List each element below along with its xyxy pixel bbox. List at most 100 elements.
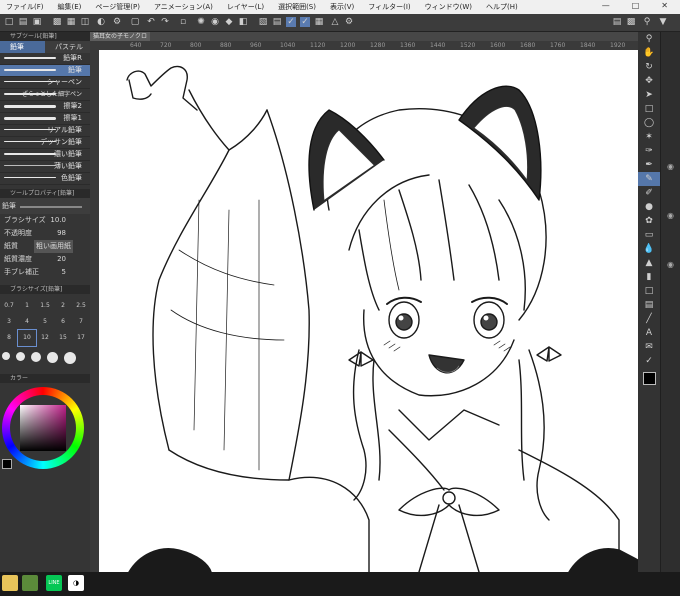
- color-icon[interactable]: ◐: [96, 17, 106, 27]
- balloon-icon[interactable]: ✉: [638, 340, 660, 354]
- maximize-icon[interactable]: □: [632, 1, 640, 10]
- size-preset[interactable]: 5: [36, 314, 54, 330]
- paper-density-value[interactable]: 20: [57, 253, 66, 266]
- image-icon[interactable]: ◫: [80, 17, 90, 27]
- size-dot[interactable]: [31, 352, 41, 362]
- gradient-icon[interactable]: ▮: [638, 270, 660, 284]
- save-icon[interactable]: ▣: [32, 17, 42, 27]
- minimize-icon[interactable]: —: [602, 1, 610, 10]
- size-preset[interactable]: 2: [54, 298, 72, 314]
- brush-size-row[interactable]: ブラシサイズ 10.0: [0, 214, 90, 227]
- correct-line-icon[interactable]: ✓: [638, 354, 660, 368]
- search-icon[interactable]: ⚲: [642, 17, 652, 27]
- close-icon[interactable]: ✕: [661, 1, 668, 10]
- decoration-icon[interactable]: ✿: [638, 214, 660, 228]
- settings-icon[interactable]: ⚙: [112, 17, 122, 27]
- snap-special-icon[interactable]: ✓: [300, 17, 310, 27]
- menu-selection[interactable]: 選択範囲(S): [278, 2, 316, 12]
- size-preset[interactable]: 7: [72, 314, 90, 330]
- size-preset-selected[interactable]: 10: [17, 329, 37, 347]
- drawing-canvas[interactable]: [99, 50, 638, 572]
- text-icon[interactable]: A: [638, 326, 660, 340]
- deselect-icon[interactable]: ◉: [210, 17, 220, 27]
- size-preset[interactable]: 0.7: [0, 298, 18, 314]
- ruler-snap-icon[interactable]: ▧: [258, 17, 268, 27]
- minecraft-icon[interactable]: [22, 575, 38, 591]
- fill-bucket-icon[interactable]: ▲: [638, 256, 660, 270]
- size-dot[interactable]: [2, 352, 10, 360]
- clip-studio-icon[interactable]: ◑: [68, 575, 84, 591]
- eyedropper-icon[interactable]: ✑: [638, 144, 660, 158]
- grid-icon[interactable]: ▦: [66, 17, 76, 27]
- stabilization-row[interactable]: 手ブレ補正 5: [0, 266, 90, 279]
- rotate-icon[interactable]: ↻: [638, 60, 660, 74]
- brush-item[interactable]: 薄い鉛筆: [0, 161, 90, 173]
- chevron-down-icon[interactable]: ▼: [658, 17, 668, 27]
- size-preset[interactable]: 17: [72, 330, 90, 346]
- transform-icon[interactable]: ◧: [238, 17, 248, 27]
- brush-size-value[interactable]: 10.0: [50, 214, 66, 227]
- marquee-icon[interactable]: □: [638, 102, 660, 116]
- menu-page[interactable]: ページ管理(P): [95, 2, 140, 12]
- brush-item[interactable]: ざらっとした細字ペン: [0, 89, 90, 101]
- layer-icon[interactable]: ▩: [52, 17, 62, 27]
- size-preset[interactable]: 6: [54, 314, 72, 330]
- brush-item[interactable]: シャーペン: [0, 77, 90, 89]
- menu-help[interactable]: ヘルプ(H): [486, 2, 518, 12]
- perspective-icon[interactable]: △: [330, 17, 340, 27]
- size-preset[interactable]: 8: [0, 330, 18, 346]
- size-preset[interactable]: 12: [36, 330, 54, 346]
- fill-icon[interactable]: ◆: [224, 17, 234, 27]
- folder-icon[interactable]: [2, 575, 18, 591]
- size-preset[interactable]: 4: [18, 314, 36, 330]
- size-dot[interactable]: [47, 352, 58, 363]
- size-preset[interactable]: 2.5: [72, 298, 90, 314]
- eye-icon[interactable]: ◉: [667, 211, 680, 220]
- gear-icon[interactable]: ⚙: [344, 17, 354, 27]
- menu-filter[interactable]: フィルター(I): [368, 2, 410, 12]
- brush-item[interactable]: 鉛筆R: [0, 53, 90, 65]
- panel-icon[interactable]: ▤: [612, 17, 622, 27]
- line-icon[interactable]: LINE: [46, 575, 62, 591]
- hand-icon[interactable]: ✋: [638, 46, 660, 60]
- menu-edit[interactable]: 編集(E): [58, 2, 82, 12]
- select-all-icon[interactable]: ✺: [196, 17, 206, 27]
- opacity-row[interactable]: 不透明度 98: [0, 227, 90, 240]
- menu-layer[interactable]: レイヤー(L): [227, 2, 264, 12]
- move-icon[interactable]: ✥: [638, 74, 660, 88]
- undo-icon[interactable]: ↶: [146, 17, 156, 27]
- blend-icon[interactable]: 💧: [638, 242, 660, 256]
- menu-animation[interactable]: アニメーション(A): [154, 2, 213, 12]
- paper-texture-value[interactable]: 粗い画用紙: [34, 240, 73, 253]
- document-tab[interactable]: 猫耳女の子モノクロ: [90, 32, 150, 41]
- airbrush-icon[interactable]: ●: [638, 200, 660, 214]
- paper-density-row[interactable]: 紙質濃度 20: [0, 253, 90, 266]
- brush-item-selected[interactable]: 鉛筆: [0, 65, 90, 77]
- main-color-swatch[interactable]: [638, 372, 660, 386]
- eraser-icon[interactable]: ▭: [638, 228, 660, 242]
- new-icon[interactable]: □: [4, 17, 14, 27]
- brush-item[interactable]: デッサン鉛筆: [0, 137, 90, 149]
- lasso-icon[interactable]: ◯: [638, 116, 660, 130]
- size-preset[interactable]: 1.5: [36, 298, 54, 314]
- clear-icon[interactable]: ▫: [178, 17, 188, 27]
- brush-item[interactable]: 擦筆1: [0, 113, 90, 125]
- opacity-value[interactable]: 98: [57, 227, 66, 240]
- frame-icon[interactable]: ▤: [638, 298, 660, 312]
- brush-item[interactable]: 擦筆2: [0, 101, 90, 113]
- pen-icon[interactable]: ✒: [638, 158, 660, 172]
- snap-grid-icon[interactable]: ▦: [314, 17, 324, 27]
- crop-icon[interactable]: ▢: [130, 17, 140, 27]
- saturation-value-square[interactable]: [20, 405, 66, 451]
- figure-icon[interactable]: □: [638, 284, 660, 298]
- ruler-icon[interactable]: ╱: [638, 312, 660, 326]
- size-preset[interactable]: 1: [18, 298, 36, 314]
- pencil-icon[interactable]: ✎: [638, 172, 660, 186]
- size-dot[interactable]: [16, 352, 25, 361]
- paper-texture-row[interactable]: 紙質 粗い画用紙: [0, 240, 90, 253]
- main-color-swatch[interactable]: [2, 459, 12, 469]
- snap-ruler-icon[interactable]: ✓: [286, 17, 296, 27]
- brush-item[interactable]: 濃い鉛筆: [0, 149, 90, 161]
- brush-item[interactable]: リアル鉛筆: [0, 125, 90, 137]
- tab-pencil[interactable]: 鉛筆: [0, 41, 45, 53]
